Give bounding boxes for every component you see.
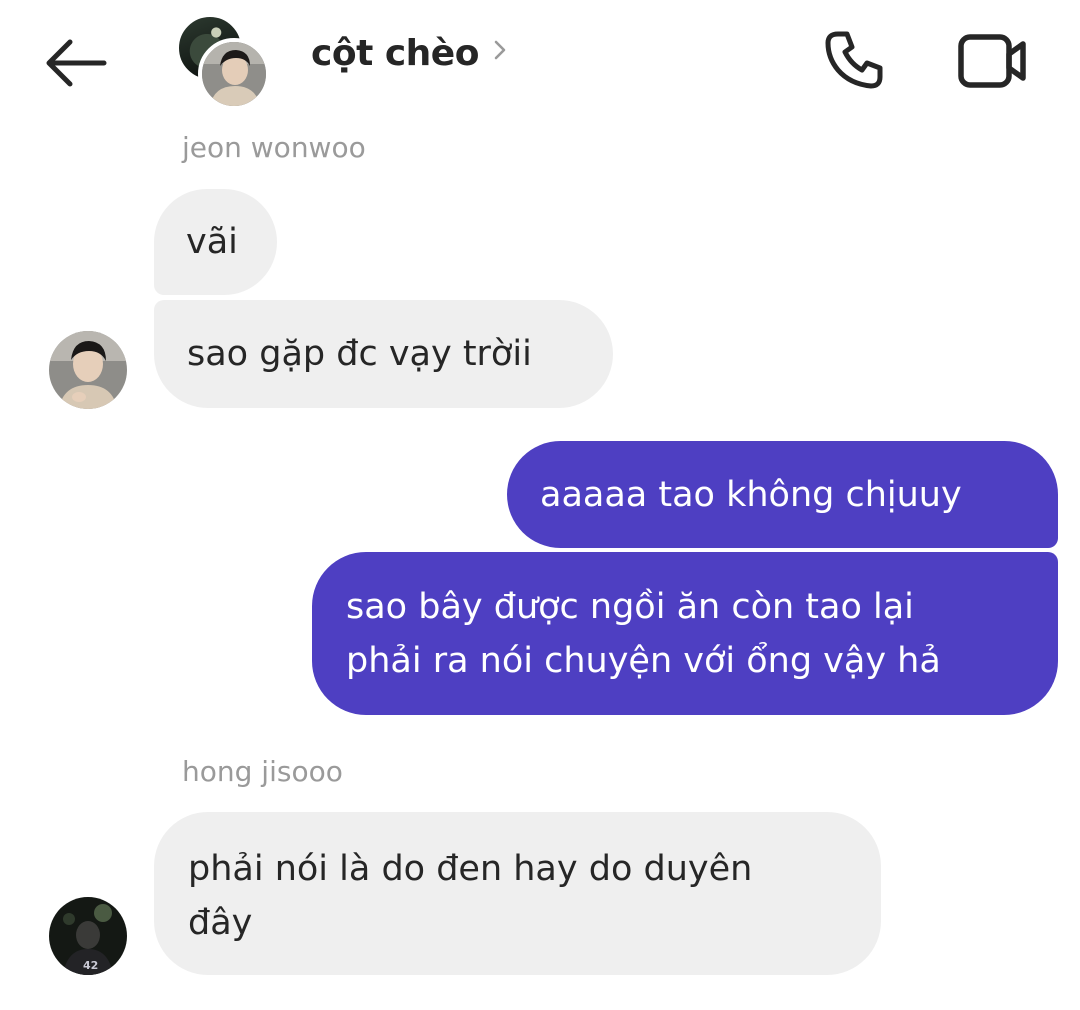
chat-screen: cột chèo jeon wonwoo vãi sao gặp đc vạy … <box>0 0 1080 1010</box>
chat-title-text: cột chèo <box>311 32 479 74</box>
group-avatar[interactable] <box>176 14 276 110</box>
sender-name: hong jisooo <box>182 755 343 788</box>
video-call-button[interactable] <box>952 26 1032 96</box>
message-bubble-outgoing[interactable]: aaaaa tao không chịuuy <box>507 441 1058 548</box>
voice-call-button[interactable] <box>818 24 890 96</box>
message-bubble[interactable]: vãi <box>154 189 277 295</box>
avatar-jeon-wonwoo[interactable] <box>49 331 127 409</box>
sender-name: jeon wonwoo <box>182 131 366 164</box>
phone-icon <box>825 31 883 89</box>
back-button[interactable] <box>40 32 112 94</box>
message-bubble-outgoing[interactable]: sao bây được ngồi ăn còn tao lại phải ra… <box>312 552 1058 715</box>
message-bubble[interactable]: sao gặp đc vạy trờii <box>154 300 613 408</box>
group-avatar-member-2 <box>198 38 270 110</box>
chevron-right-icon <box>494 40 506 60</box>
video-camera-icon <box>958 34 1026 88</box>
avatar-hong-jisooo[interactable]: 42 <box>49 897 127 975</box>
message-bubble[interactable]: phải nói là do đen hay do duyên đây <box>154 812 881 975</box>
arrow-left-icon <box>46 39 107 87</box>
chat-title[interactable]: cột chèo <box>311 28 507 78</box>
svg-text:42: 42 <box>83 959 98 972</box>
chat-header: cột chèo <box>0 0 1080 120</box>
